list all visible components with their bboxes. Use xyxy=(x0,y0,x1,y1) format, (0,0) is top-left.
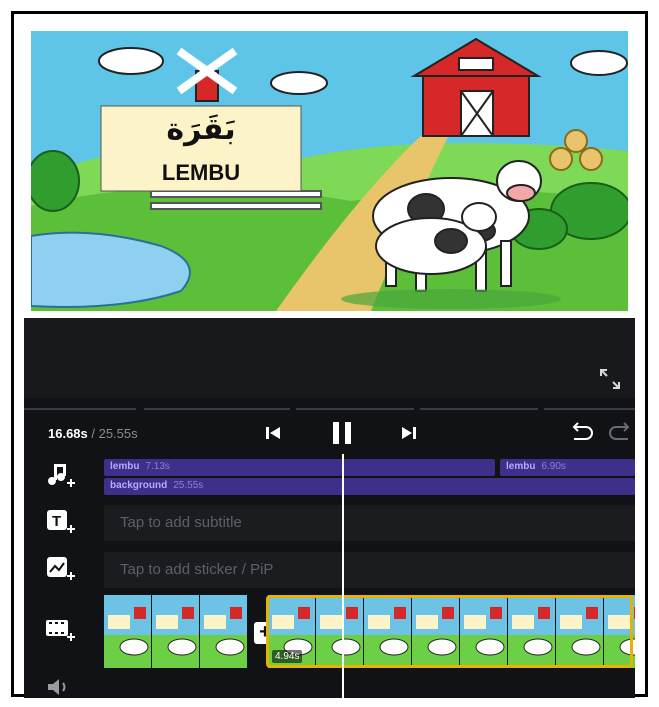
sticker-track[interactable]: Tap to add sticker / PiP xyxy=(104,552,635,588)
selected-clip-border[interactable] xyxy=(266,595,633,668)
text-add-icon[interactable]: T xyxy=(44,508,76,536)
music-add-icon[interactable] xyxy=(44,462,76,490)
skip-next-icon[interactable] xyxy=(400,424,418,442)
clip-thumbnail xyxy=(200,595,247,668)
audio-clip-label: lembu 6.90s xyxy=(506,461,566,472)
pause-icon[interactable] xyxy=(330,420,354,446)
clip-thumbnail xyxy=(152,595,199,668)
timeline-segment xyxy=(24,408,136,410)
timeline-segment xyxy=(420,408,538,410)
audio-clip-label: lembu 7.13s xyxy=(110,461,170,472)
video-add-icon[interactable] xyxy=(44,616,76,644)
fullscreen-icon[interactable] xyxy=(599,368,621,390)
clip-duration-badge: 4.94s xyxy=(272,650,303,663)
playhead[interactable] xyxy=(342,454,344,698)
audio-clip-label: background 25.55s xyxy=(110,480,204,491)
redo-icon[interactable] xyxy=(608,421,634,443)
subtitle-placeholder: Tap to add subtitle xyxy=(120,514,242,531)
subtitle-track[interactable]: Tap to add subtitle xyxy=(104,505,635,541)
svg-text:T: T xyxy=(52,513,61,530)
video-clip-1[interactable] xyxy=(104,595,262,668)
timeline-segment xyxy=(544,408,635,410)
sign-label-text: LEMBU xyxy=(161,160,241,185)
undo-icon[interactable] xyxy=(568,421,596,443)
sticker-add-icon[interactable] xyxy=(44,555,76,583)
audio-clip-background[interactable]: background 25.55s xyxy=(104,478,635,495)
timeline-segment xyxy=(296,408,414,410)
time-readout: 16.68s / 25.55s xyxy=(48,426,138,441)
current-time: 16.68s xyxy=(48,426,88,441)
audio-clip-lembu-1[interactable]: lembu 7.13s xyxy=(104,459,495,476)
audio-clip-lembu-2[interactable]: lembu 6.90s xyxy=(500,459,635,476)
total-time: / 25.55s xyxy=(87,426,138,441)
video-editor-app: بَقَرَة LEMBU 16.68s / 25.55s T lembu 7.… xyxy=(24,24,635,698)
skip-previous-icon[interactable] xyxy=(264,424,282,442)
timeline-segment xyxy=(144,408,290,410)
sticker-placeholder: Tap to add sticker / PiP xyxy=(120,561,274,578)
video-preview[interactable]: بَقَرَة LEMBU xyxy=(24,24,635,318)
sign-arabic-text: بَقَرَة xyxy=(166,112,236,147)
preview-letterbox xyxy=(24,318,635,398)
clip-thumbnail xyxy=(104,595,151,668)
volume-icon[interactable] xyxy=(44,676,76,698)
